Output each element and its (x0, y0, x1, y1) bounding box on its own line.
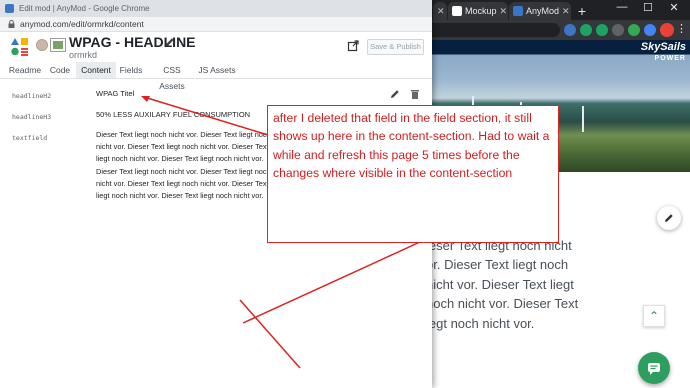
popup-url-bar[interactable]: anymod.com/edit/ormrkd/content (0, 17, 432, 32)
brand-tagline: POWER (654, 55, 686, 62)
background-tab-mockup[interactable]: Mockup ✕ (448, 2, 508, 20)
tab-close-icon[interactable]: ✕ (562, 6, 570, 17)
mod-title: WPAG - HEADLINE (69, 34, 196, 50)
save-publish-button[interactable]: Save & Publish (367, 39, 424, 55)
background-body-text: ieser Text liegt noch nicht or. Dieser T… (426, 238, 579, 331)
chat-button[interactable] (638, 352, 670, 384)
pencil-icon (665, 214, 673, 222)
field-value-headlineh3[interactable]: 50% LESS AUXILARY FUEL CONSUMPTION (96, 110, 250, 119)
mod-key: ormrkd (69, 50, 98, 60)
tab-label: Mockup (465, 6, 497, 16)
mockup-favicon-icon (452, 6, 462, 16)
anymod-favicon-icon (513, 6, 523, 16)
delete-field-trash-icon[interactable] (409, 88, 421, 100)
scroll-to-top-button[interactable]: ⌃ (643, 305, 665, 327)
annotation-callout: after I deleted that field in the field … (267, 105, 559, 243)
edit-field-pencil-icon[interactable] (389, 88, 401, 100)
extension-icon[interactable] (580, 24, 592, 36)
tab-readme[interactable]: Readme (6, 62, 44, 78)
background-tab-anymod[interactable]: AnyMod ✕ (509, 2, 571, 20)
popup-window-title: Edit mod | AnyMod - Google Chrome (19, 4, 150, 13)
extension-icon[interactable] (612, 24, 624, 36)
field-value-textfield[interactable]: Dieser Text liegt noch nicht vor. Dieser… (96, 129, 272, 202)
rename-pencil-icon[interactable] (164, 36, 176, 48)
maximize-button[interactable]: ☐ (638, 1, 658, 14)
profile-avatar[interactable] (660, 23, 674, 37)
edit-pencil-button[interactable] (657, 206, 681, 230)
field-name-headlineh2: headlineH2 (12, 92, 52, 100)
popup-title-bar: Edit mod | AnyMod - Google Chrome (0, 0, 432, 17)
editor-tabs: Readme Code Content Fields CSS Assets JS… (0, 62, 432, 91)
chat-icon (648, 363, 660, 375)
tab-content[interactable]: Content (76, 62, 116, 78)
minimize-button[interactable]: — (612, 1, 632, 13)
popup-url: anymod.com/edit/ormrkd/content (20, 19, 144, 29)
extension-icon[interactable] (564, 24, 576, 36)
tab-close-icon[interactable]: ✕ (437, 6, 445, 17)
extension-icon[interactable] (596, 24, 608, 36)
user-avatar[interactable] (36, 39, 48, 51)
field-name-textfield: textfield (12, 134, 48, 142)
chevron-up-icon: ⌃ (648, 309, 660, 323)
anymod-logo-icon[interactable] (10, 37, 30, 57)
background-tab-partial[interactable]: ✕ (433, 2, 447, 20)
lock-icon (8, 20, 15, 28)
field-name-headlineh3: headlineH3 (12, 113, 52, 121)
close-window-button[interactable]: ✕ (664, 1, 684, 14)
anymod-favicon-icon (5, 4, 14, 13)
new-tab-button[interactable]: + (574, 3, 590, 19)
tab-close-icon[interactable]: ✕ (500, 6, 508, 17)
tab-js-assets[interactable]: JS Assets (198, 62, 236, 78)
mod-thumbnail[interactable] (50, 38, 66, 52)
brand-logo[interactable]: SkySails POWER (600, 42, 686, 64)
field-value-headlineh2[interactable]: WPAG Titel (96, 89, 134, 98)
brand-name: SkySails (640, 41, 686, 53)
tab-fields[interactable]: Fields (118, 62, 144, 78)
extension-icon[interactable] (628, 24, 640, 36)
open-external-icon[interactable] (347, 40, 359, 52)
background-address-bar[interactable] (410, 23, 560, 37)
tab-css-assets[interactable]: CSS Assets (150, 62, 194, 91)
extension-icon[interactable] (644, 24, 656, 36)
browser-menu-icon[interactable]: ⋮ (676, 22, 687, 35)
tab-code[interactable]: Code (46, 62, 74, 78)
tab-label: AnyMod (526, 6, 560, 16)
